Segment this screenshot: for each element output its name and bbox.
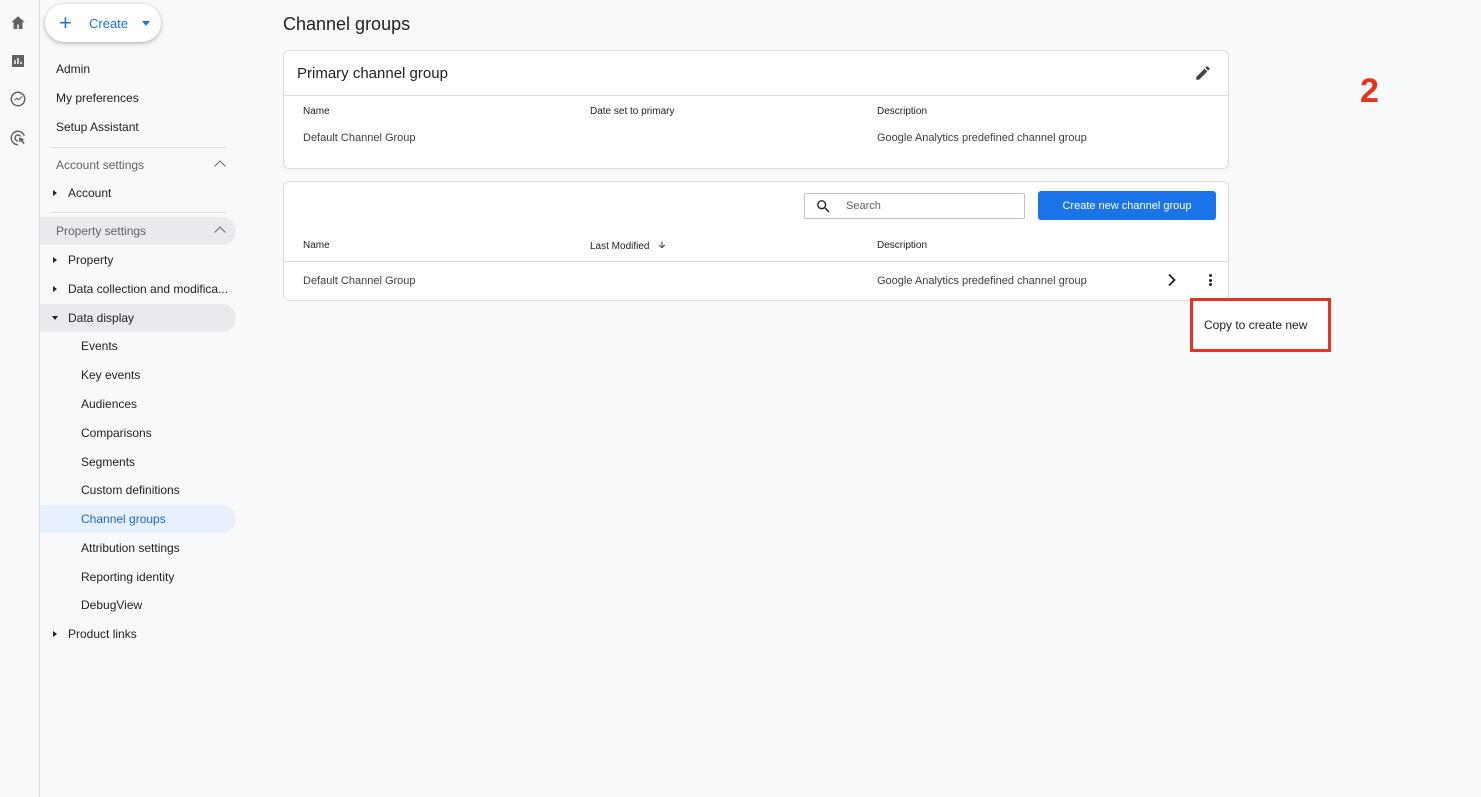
pencil-icon[interactable] xyxy=(1194,64,1212,82)
sidebar-item-product-links[interactable]: Product links xyxy=(40,620,236,648)
create-button[interactable]: + Create xyxy=(45,4,161,42)
nav-admin[interactable]: Admin xyxy=(56,60,90,78)
create-button-label: Create xyxy=(89,15,129,31)
sidebar-divider xyxy=(50,212,226,213)
sidebar-item-label: Data collection and modifica... xyxy=(68,282,229,296)
sidebar-item-account[interactable]: Account xyxy=(40,179,236,207)
chevron-right-icon[interactable] xyxy=(1166,273,1178,287)
column-header-last-modified[interactable]: Last Modified xyxy=(590,240,667,253)
sidebar-item-events[interactable]: Events xyxy=(40,332,236,360)
sidebar-item-data-collection[interactable]: Data collection and modifica... xyxy=(40,275,236,303)
property-settings-header[interactable]: Property settings xyxy=(40,217,236,245)
chevron-up-icon xyxy=(214,160,226,172)
sidebar-item-reporting-identity[interactable]: Reporting identity xyxy=(40,563,236,591)
channel-groups-table-card: Create new channel group Name Last Modif… xyxy=(283,181,1229,301)
create-new-channel-group-button[interactable]: Create new channel group xyxy=(1038,191,1216,220)
sidebar-item-property[interactable]: Property xyxy=(40,246,236,274)
sidebar-item-audiences[interactable]: Audiences xyxy=(40,390,236,418)
more-vert-icon[interactable] xyxy=(1204,272,1216,288)
search-input[interactable] xyxy=(846,200,1016,212)
reports-icon[interactable] xyxy=(8,51,28,71)
caret-down-icon xyxy=(142,20,151,26)
primary-channel-group-card: Primary channel group Name Date set to p… xyxy=(283,50,1229,169)
advertising-icon[interactable] xyxy=(8,128,28,148)
column-header-name[interactable]: Name xyxy=(303,240,330,251)
page-title: Channel groups xyxy=(283,14,411,34)
column-header-description: Description xyxy=(877,106,928,117)
sidebar-item-debugview[interactable]: DebugView xyxy=(40,591,236,619)
sidebar-item-channel-groups[interactable]: Channel groups xyxy=(40,505,236,533)
primary-group-description: Google Analytics predefined channel grou… xyxy=(877,132,1087,144)
expand-arrow-icon xyxy=(53,286,57,292)
column-header-name: Name xyxy=(303,106,330,117)
home-icon[interactable] xyxy=(8,13,28,33)
primary-card-header: Primary channel group xyxy=(284,51,1228,96)
column-header-description: Description xyxy=(877,240,928,251)
account-settings-header[interactable]: Account settings xyxy=(40,151,236,179)
chevron-up-icon xyxy=(214,226,226,238)
nav-my-preferences[interactable]: My preferences xyxy=(56,89,139,107)
expand-arrow-icon xyxy=(53,631,57,637)
sidebar-item-label: Property xyxy=(68,253,114,267)
sidebar-item-label: Data display xyxy=(68,311,135,325)
explore-icon[interactable] xyxy=(8,89,28,109)
table-cell-name[interactable]: Default Channel Group xyxy=(303,275,416,287)
step-annotation: 2 xyxy=(1360,72,1379,110)
icon-rail xyxy=(0,0,40,797)
expand-arrow-icon xyxy=(53,190,57,196)
sidebar-item-data-display[interactable]: Data display xyxy=(40,304,236,332)
nav-setup-assistant[interactable]: Setup Assistant xyxy=(56,118,139,136)
menu-item-copy-to-create-new[interactable]: Copy to create new xyxy=(1190,298,1331,352)
expand-arrow-icon xyxy=(53,257,57,263)
table-cell-description: Google Analytics predefined channel grou… xyxy=(877,275,1087,287)
primary-card-title: Primary channel group xyxy=(297,64,448,82)
account-settings-label: Account settings xyxy=(56,158,145,172)
sidebar-item-custom-definitions[interactable]: Custom definitions xyxy=(40,476,236,504)
sidebar-nav: + Create Admin My preferences Setup Assi… xyxy=(40,0,250,797)
primary-group-name: Default Channel Group xyxy=(303,132,416,144)
sidebar-item-comparisons[interactable]: Comparisons xyxy=(40,419,236,447)
plus-icon: + xyxy=(59,10,72,35)
search-field[interactable] xyxy=(804,193,1025,219)
sidebar-divider xyxy=(50,147,226,148)
sidebar-item-label: Account xyxy=(68,186,112,200)
sort-descending-icon xyxy=(657,240,667,253)
sidebar-item-label: Product links xyxy=(68,627,137,641)
collapse-arrow-icon xyxy=(52,316,58,320)
column-header-date-set: Date set to primary xyxy=(590,106,675,117)
property-settings-label: Property settings xyxy=(56,224,147,238)
column-header-label: Last Modified xyxy=(590,241,650,253)
sidebar-item-key-events[interactable]: Key events xyxy=(40,361,236,389)
row-divider xyxy=(284,261,1228,262)
sidebar-item-segments[interactable]: Segments xyxy=(40,448,236,476)
sidebar-item-attribution-settings[interactable]: Attribution settings xyxy=(40,534,236,562)
search-icon xyxy=(817,199,830,213)
